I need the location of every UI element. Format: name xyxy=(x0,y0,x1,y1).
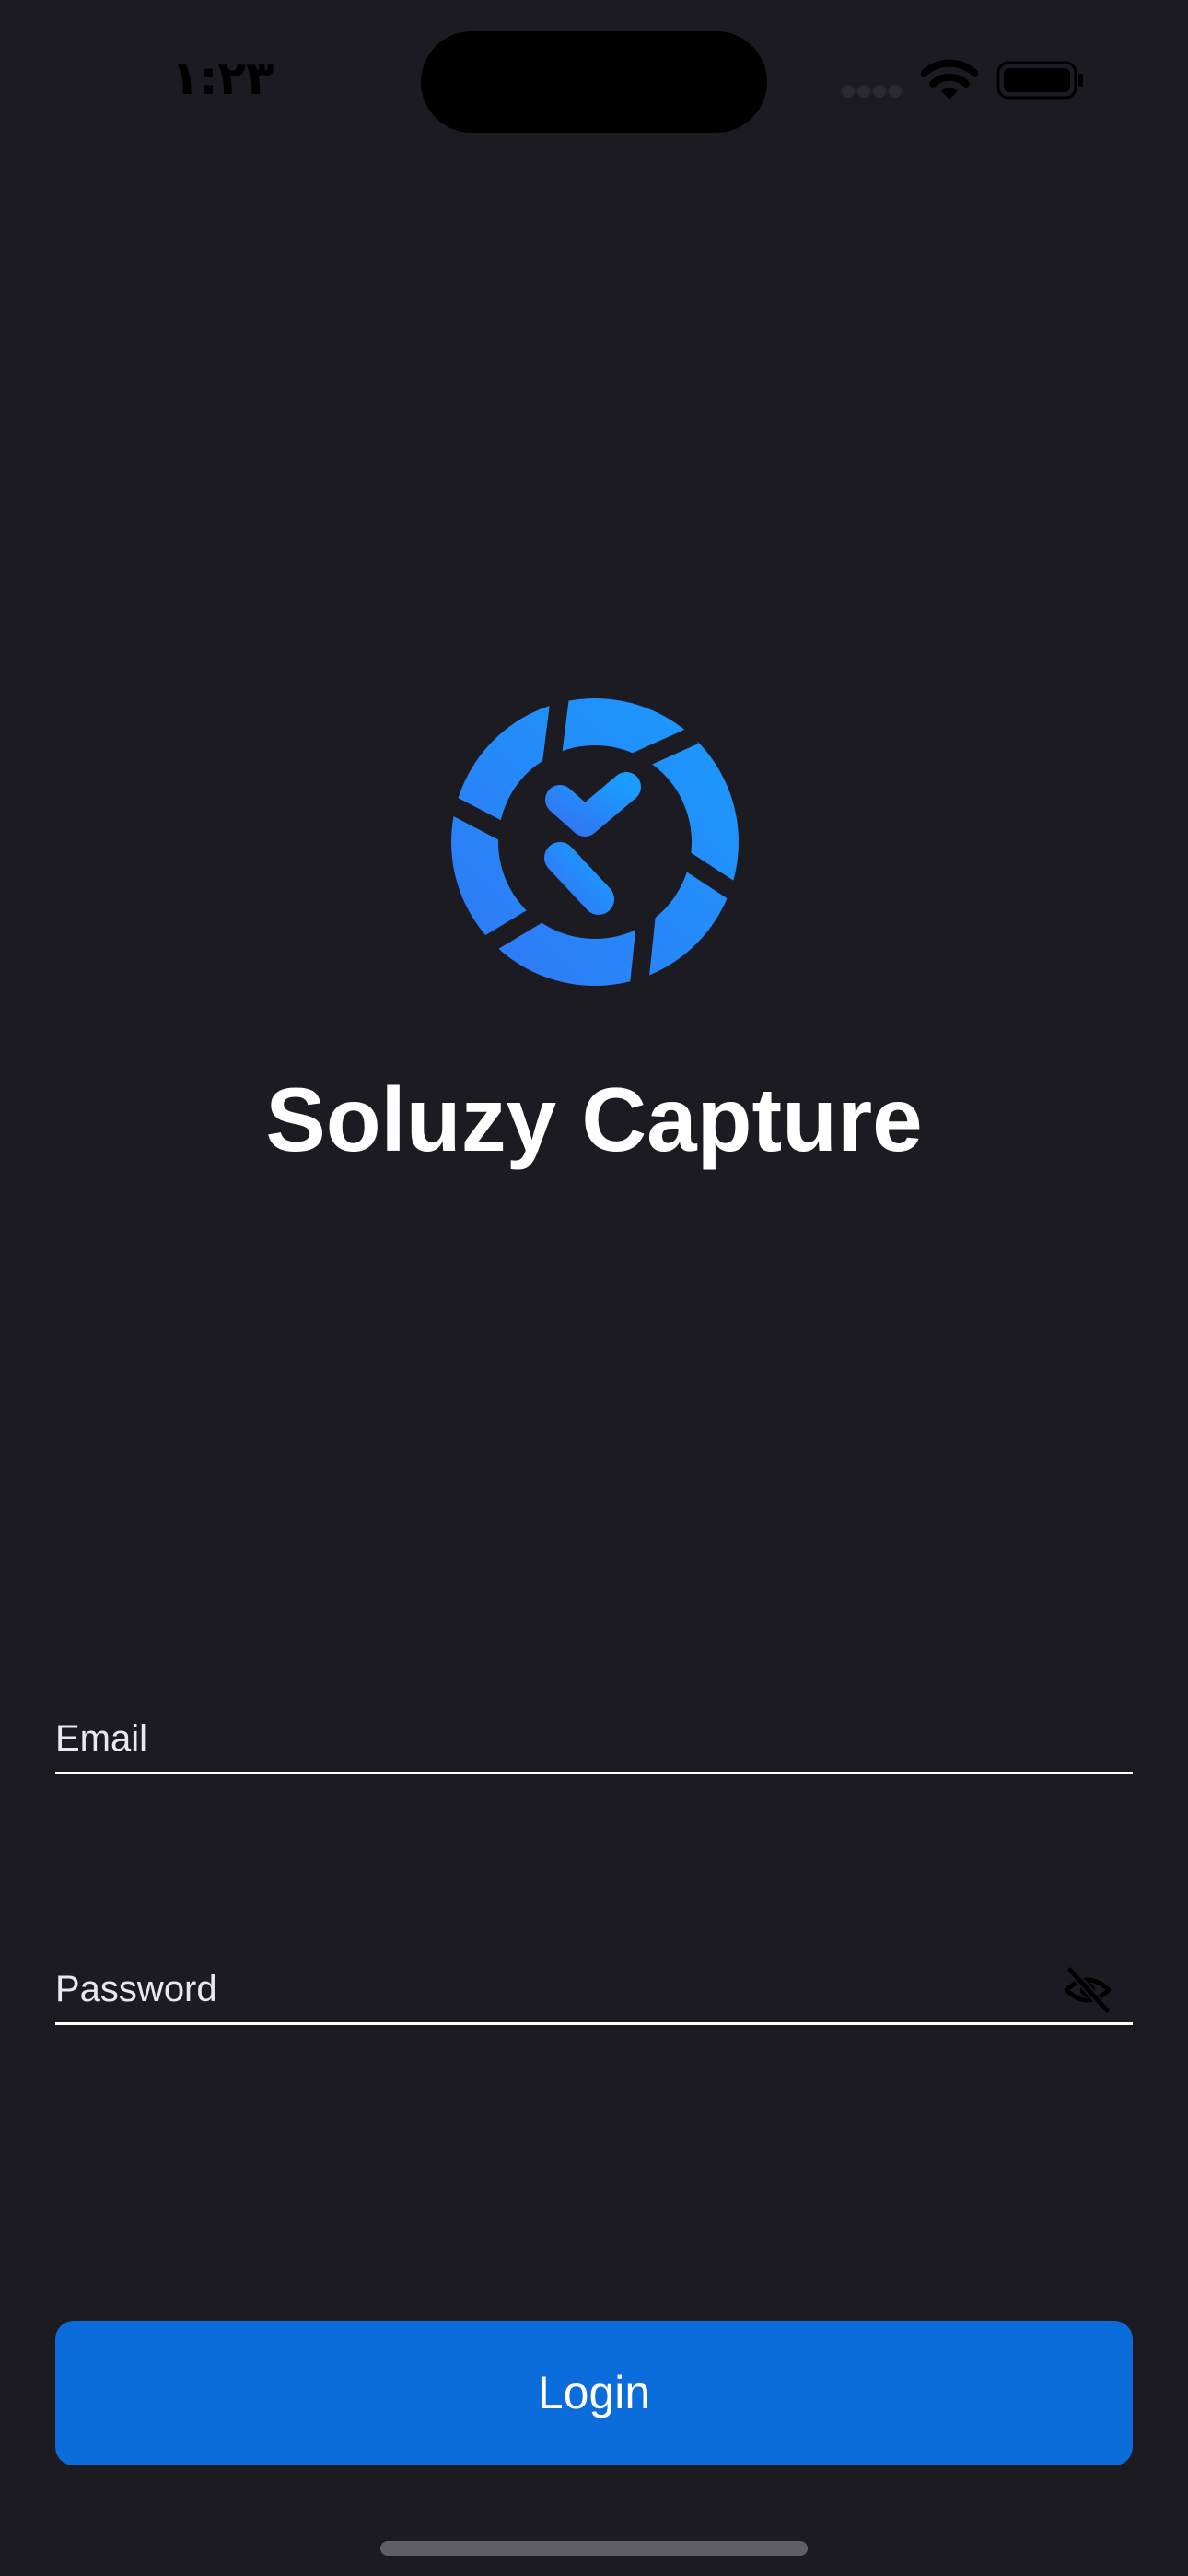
login-button[interactable]: Login xyxy=(55,2321,1133,2465)
password-input[interactable] xyxy=(55,1933,1133,2022)
dynamic-island xyxy=(421,31,767,133)
home-indicator[interactable] xyxy=(380,2541,808,2556)
email-input[interactable] xyxy=(55,1682,1133,1772)
wifi-icon xyxy=(921,59,978,100)
eye-slash-icon[interactable] xyxy=(1063,1964,1112,2014)
battery-icon xyxy=(996,61,1083,100)
app-title: Soluzy Capture xyxy=(265,1069,923,1170)
email-underline xyxy=(55,1772,1133,1774)
email-field[interactable] xyxy=(55,1682,1133,1774)
status-time: ١:٢٣ xyxy=(171,52,274,105)
password-underline xyxy=(55,2022,1133,2025)
app-logo-icon xyxy=(451,698,739,986)
signal-icon xyxy=(842,85,902,98)
status-bar: ١:٢٣ xyxy=(0,0,1188,157)
password-field[interactable] xyxy=(55,1933,1133,2025)
